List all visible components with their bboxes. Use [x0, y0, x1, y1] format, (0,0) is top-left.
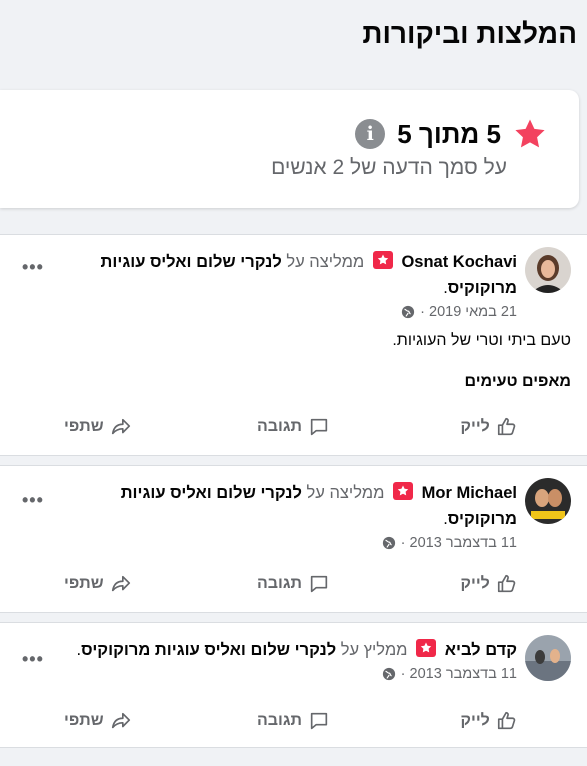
review-date[interactable]: 11 בדצמבר 2013 · [401, 663, 517, 685]
globe-icon [382, 536, 395, 550]
thumbs-up-icon [497, 417, 516, 436]
globe-icon [382, 667, 395, 681]
info-icon[interactable]: i [355, 119, 386, 149]
recommend-flag-icon [393, 482, 414, 500]
avatar[interactable] [525, 478, 571, 524]
review-card: Mor Michael ממליצה על לנקרי שלום ואליס ע… [0, 465, 587, 613]
comment-label: תגובה [256, 712, 303, 729]
rating-summary-card: 5 מתוך 5 i על סמך הדעה של 2 אנשים [0, 90, 579, 208]
avatar[interactable] [525, 247, 571, 293]
review-date[interactable]: 21 במאי 2019 · [420, 301, 517, 323]
share-arrow-icon [111, 418, 130, 435]
review-author[interactable]: Osnat Kochavi [401, 253, 517, 271]
review-date-line: 21 במאי 2019 · [80, 301, 517, 323]
like-label: לייק [460, 712, 490, 729]
rating-score: 5 מתוך 5 [397, 118, 501, 149]
review-author[interactable]: Mor Michael [422, 484, 517, 502]
review-author[interactable]: קדם לביא [445, 641, 517, 659]
review-header: Osnat Kochavi ממליצה על לנקרי שלום ואליס… [80, 249, 517, 323]
comment-button[interactable]: תגובה [196, 701, 392, 741]
share-label: שתפי [64, 575, 104, 592]
thumbs-up-icon [497, 711, 516, 730]
more-options-icon[interactable]: ••• [22, 649, 44, 670]
review-actions: לייק תגובה שתפי [0, 407, 587, 447]
share-button[interactable]: שתפי [0, 564, 196, 604]
thumbs-up-icon [497, 574, 516, 593]
globe-icon [402, 305, 415, 319]
like-button[interactable]: לייק [391, 407, 587, 447]
page-title: המלצות וביקורות [362, 18, 577, 49]
review-verb: ממליץ על [340, 641, 408, 659]
review-header: קדם לביא ממליץ על לנקרי שלום ואליס עוגיו… [40, 637, 517, 685]
comment-bubble-icon [310, 712, 328, 730]
rating-based-on: על סמך הדעה של 2 אנשים [271, 156, 507, 179]
review-text: טעם ביתי וטרי של העוגיות. [392, 332, 571, 349]
like-label: לייק [460, 575, 490, 592]
avatar[interactable] [525, 635, 571, 681]
comment-button[interactable]: תגובה [196, 564, 392, 604]
share-arrow-icon [111, 575, 130, 592]
like-button[interactable]: לייק [391, 701, 587, 741]
more-options-icon[interactable]: ••• [22, 490, 44, 511]
review-tags[interactable]: מאפים טעימים [465, 373, 572, 391]
comment-label: תגובה [256, 418, 303, 435]
review-date-line: 11 בדצמבר 2013 · [80, 532, 517, 554]
review-header: Mor Michael ממליצה על לנקרי שלום ואליס ע… [80, 480, 517, 554]
recommend-flag-icon [416, 639, 437, 657]
review-verb: ממליצה על [286, 253, 365, 271]
star-icon [515, 119, 545, 148]
share-label: שתפי [64, 418, 104, 435]
share-arrow-icon [111, 712, 130, 729]
review-actions: לייק תגובה שתפי [0, 701, 587, 741]
rating-line: 5 מתוך 5 i [355, 117, 547, 151]
review-card: קדם לביא ממליץ על לנקרי שלום ואליס עוגיו… [0, 622, 587, 748]
comment-button[interactable]: תגובה [196, 407, 392, 447]
share-button[interactable]: שתפי [0, 701, 196, 741]
review-verb: ממליצה על [306, 484, 385, 502]
like-label: לייק [460, 418, 490, 435]
review-date[interactable]: 11 בדצמבר 2013 · [401, 532, 517, 554]
reviewed-page-link[interactable]: לנקרי שלום ואליס עוגיות מרוקוקיס [81, 641, 336, 659]
like-button[interactable]: לייק [391, 564, 587, 604]
share-label: שתפי [64, 712, 104, 729]
share-button[interactable]: שתפי [0, 407, 196, 447]
more-options-icon[interactable]: ••• [22, 257, 44, 278]
review-card: Osnat Kochavi ממליצה על לנקרי שלום ואליס… [0, 234, 587, 456]
recommend-flag-icon [372, 251, 393, 269]
review-date-line: 11 בדצמבר 2013 · [40, 663, 517, 685]
comment-bubble-icon [310, 575, 328, 593]
review-actions: לייק תגובה שתפי [0, 564, 587, 604]
comment-label: תגובה [256, 575, 303, 592]
comment-bubble-icon [310, 418, 328, 436]
